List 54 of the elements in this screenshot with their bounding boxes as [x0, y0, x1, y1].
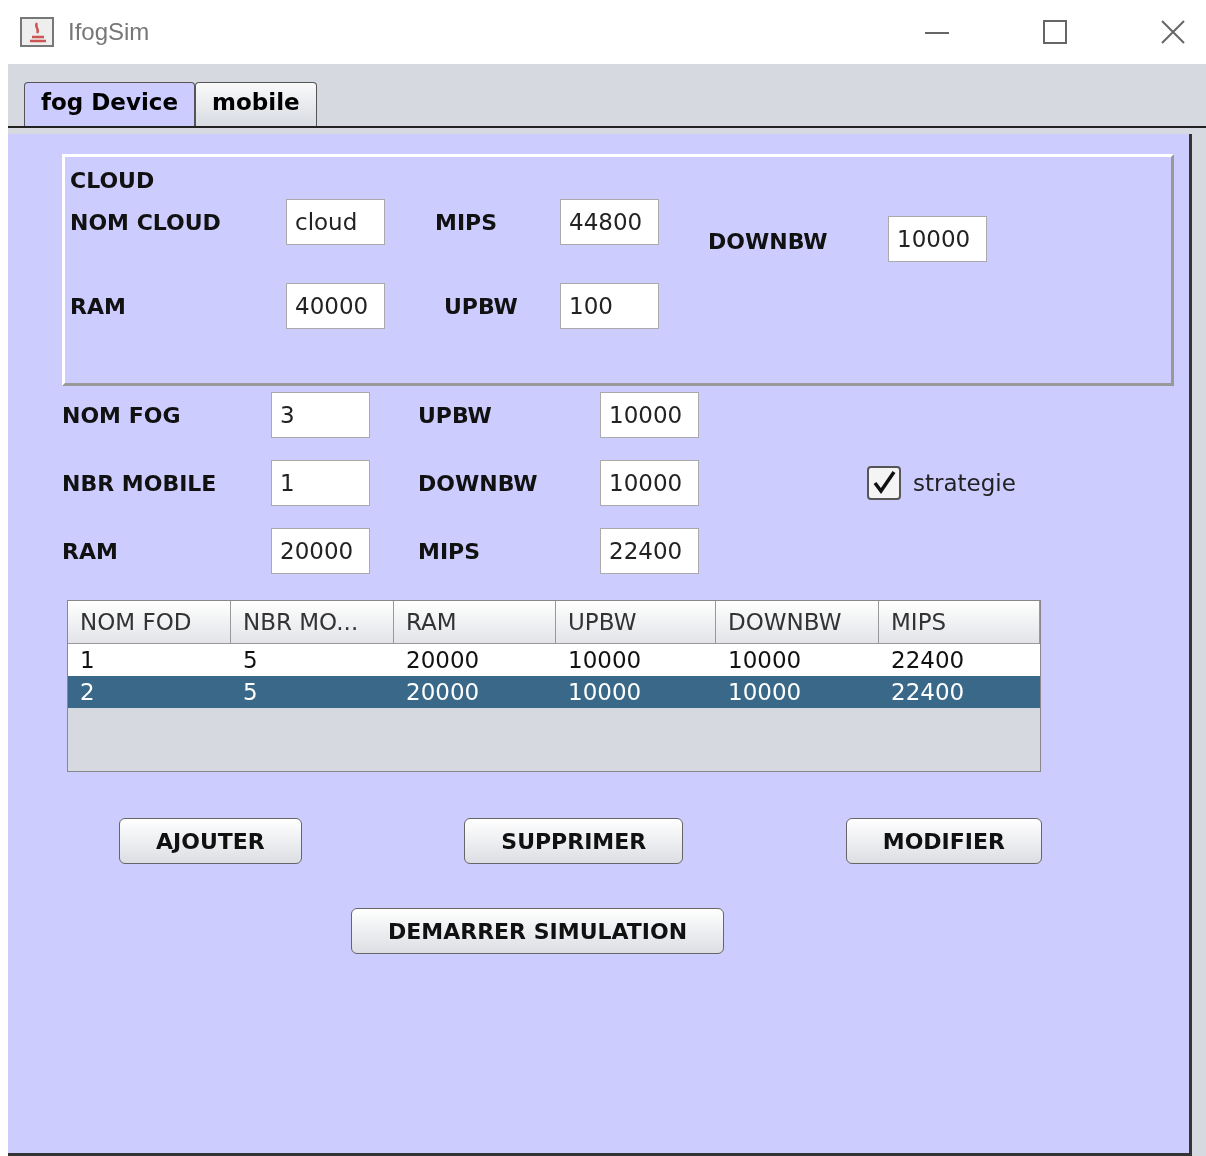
field-label: NOM FOG	[62, 402, 182, 428]
table-cell: 2	[68, 676, 231, 708]
table-cell: 22400	[879, 676, 1040, 708]
column-header[interactable]: RAM	[394, 601, 556, 644]
tab[interactable]: mobile	[195, 82, 317, 126]
action-button[interactable]: SUPPRIMER	[464, 818, 684, 864]
action-button[interactable]: AJOUTER	[119, 818, 302, 864]
table-row[interactable]: 2 5 20000 10000 10000 22400	[68, 676, 1040, 708]
field-label: UPBW	[417, 402, 493, 428]
table-cell: 1	[68, 644, 231, 676]
field-label: UPBW	[443, 293, 519, 319]
text-field[interactable]: 40000	[286, 283, 385, 329]
text-field[interactable]: 1	[271, 460, 370, 506]
maximize-icon[interactable]	[1040, 17, 1070, 47]
column-header[interactable]: DOWNBW	[716, 601, 879, 644]
column-header[interactable]: NBR MO...	[231, 601, 394, 644]
section-title: CLOUD	[70, 167, 156, 193]
text-field[interactable]: cloud	[286, 199, 385, 245]
field-label: DOWNBW	[417, 470, 539, 496]
text-field[interactable]: 22400	[600, 528, 699, 574]
tab[interactable]: fog Device	[24, 82, 196, 126]
window-title: IfogSim	[68, 18, 151, 46]
checkbox[interactable]	[867, 466, 901, 500]
field-label: MIPS	[434, 209, 499, 235]
table-cell: 10000	[556, 676, 716, 708]
text-field[interactable]: 20000	[271, 528, 370, 574]
table-cell: 5	[231, 644, 394, 676]
java-app-icon	[20, 17, 54, 47]
table-cell: 20000	[394, 676, 556, 708]
start-simulation-button[interactable]: DEMARRER SIMULATION	[351, 908, 725, 954]
column-header[interactable]: NOM FOD	[68, 601, 231, 644]
text-field[interactable]: 10000	[600, 460, 699, 506]
text-field[interactable]: 3	[271, 392, 370, 438]
text-field[interactable]: 10000	[600, 392, 699, 438]
text-field[interactable]: 44800	[560, 199, 659, 245]
field-label: RAM	[70, 293, 127, 319]
table-cell: 10000	[556, 644, 716, 676]
action-button[interactable]: MODIFIER	[845, 818, 1042, 864]
text-field[interactable]: 10000	[888, 216, 987, 262]
table-cell: 5	[231, 676, 394, 708]
text-field[interactable]: 100	[560, 283, 659, 329]
table-cell: 10000	[716, 644, 879, 676]
table-row[interactable]: 1 5 20000 10000 10000 22400	[68, 644, 1040, 676]
table-cell: 22400	[879, 644, 1040, 676]
checkbox-label: strategie	[913, 470, 1016, 496]
field-label: NOM CLOUD	[70, 209, 222, 235]
column-header[interactable]: UPBW	[556, 601, 716, 644]
field-label: NBR MOBILE	[62, 470, 218, 496]
table-cell: 10000	[716, 676, 879, 708]
table-cell: 20000	[394, 644, 556, 676]
field-label: RAM	[62, 538, 119, 564]
field-label: DOWNBW	[707, 228, 829, 254]
column-header[interactable]: MIPS	[879, 601, 1040, 644]
field-label: MIPS	[417, 538, 482, 564]
